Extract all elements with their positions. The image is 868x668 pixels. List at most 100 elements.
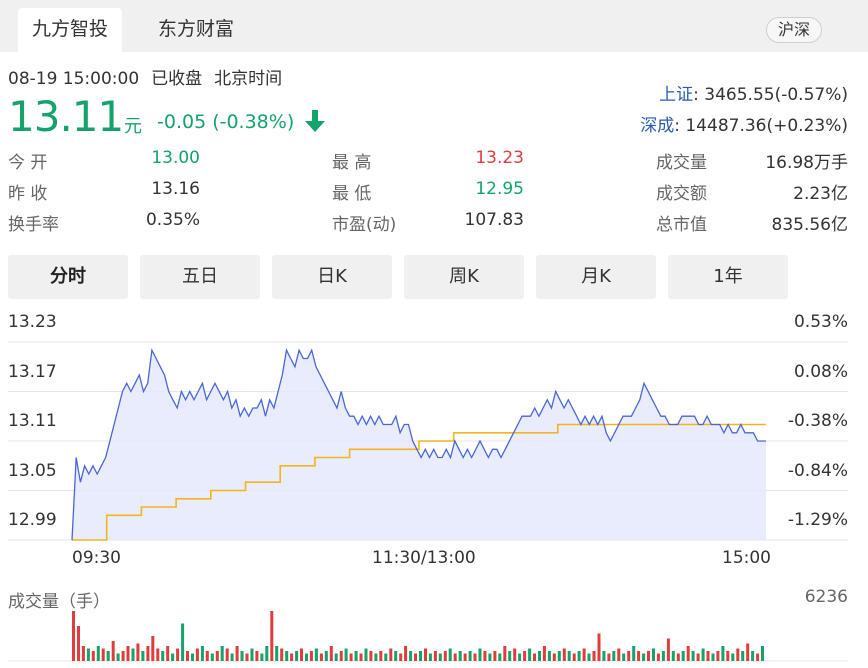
- volume-bar: [443, 651, 447, 661]
- volume-bar: [359, 653, 363, 661]
- volume-bar: [647, 651, 650, 661]
- volume-bar: [577, 651, 581, 661]
- volume-bar: [300, 648, 303, 661]
- volume-bar: [290, 653, 294, 661]
- index-shanghai[interactable]: 上证: 3465.55(-0.57%): [659, 80, 848, 105]
- volume-bar: [642, 653, 646, 661]
- low-value: 12.95: [475, 179, 524, 199]
- index-shenzhen-name: 深成: [640, 116, 675, 136]
- period-tab-monthly-k[interactable]: 月K: [536, 255, 656, 299]
- volume-bar: [96, 646, 100, 661]
- volume-bar: [344, 648, 348, 661]
- volume-bar: [736, 648, 740, 661]
- pe-value: 107.83: [464, 210, 524, 230]
- top-tab-bar: 九方智投 东方财富 沪深: [0, 0, 868, 52]
- volume-bar: [483, 651, 487, 661]
- volume-bar: [493, 651, 497, 661]
- volume-bar: [617, 648, 621, 661]
- volume-bar: [488, 653, 492, 661]
- volume-bar: [354, 651, 358, 661]
- volume-bar: [612, 651, 616, 661]
- volume-bar: [453, 653, 457, 661]
- period-tab-five-day[interactable]: 五日: [140, 255, 260, 299]
- volume-bar: [319, 653, 323, 661]
- volume-bar: [552, 653, 556, 661]
- high-label: 最 高: [332, 153, 372, 173]
- volume-bar: [666, 638, 670, 661]
- volume-bar: [364, 648, 368, 661]
- volume-bar: [329, 646, 333, 661]
- market-cap-label: 总市值: [656, 215, 707, 235]
- market-cap-value: 835.56亿: [771, 215, 848, 235]
- volume-bar: [691, 651, 695, 661]
- volume-bar: [111, 641, 115, 661]
- period-tab-one-year[interactable]: 1年: [668, 255, 788, 299]
- volume-bar: [220, 646, 224, 661]
- volume-bar: [746, 643, 750, 661]
- volume-bar: [567, 651, 571, 661]
- volume-bar: [72, 611, 75, 661]
- volume-bar: [230, 653, 234, 661]
- volume-bar: [622, 653, 626, 661]
- period-tab-daily-k[interactable]: 日K: [272, 255, 392, 299]
- quote-meta: 08-19 15:00:00 已收盘 北京时间: [8, 64, 294, 89]
- quote-datetime: 08-19 15:00:00: [8, 69, 140, 89]
- volume-bar: [205, 651, 209, 661]
- turnover-value: 0.35%: [145, 210, 200, 230]
- volume-bar: [314, 648, 318, 661]
- volume-bar: [661, 651, 665, 661]
- open-label: 今 开: [8, 153, 48, 173]
- index-shenzhen[interactable]: 深成: 14487.36(+0.23%): [640, 111, 848, 136]
- volume-bar: [518, 653, 522, 661]
- volume-bar: [592, 651, 596, 661]
- tab-eastmoney[interactable]: 东方财富: [144, 8, 248, 52]
- market-status: 已收盘: [151, 69, 203, 89]
- volume-bar: [533, 653, 536, 661]
- period-tab-weekly-k[interactable]: 周K: [404, 255, 524, 299]
- period-tab-intraday[interactable]: 分时: [8, 255, 128, 299]
- volume-bar: [106, 651, 110, 661]
- volume-bar: [250, 648, 254, 661]
- volume-bar: [681, 651, 685, 661]
- volume-bar: [711, 653, 715, 661]
- current-price: 13.11: [8, 92, 124, 141]
- x-tick-open: 09:30: [72, 548, 121, 568]
- volume-bar: [756, 653, 760, 661]
- volume-bar: [523, 651, 527, 661]
- tab-jiufang[interactable]: 九方智投: [18, 8, 122, 52]
- volume-bar: [146, 646, 150, 661]
- volume-label: 成交量: [656, 153, 707, 173]
- volume-bar: [81, 646, 85, 661]
- low-label: 最 低: [332, 184, 372, 204]
- market-select-button[interactable]: 沪深: [766, 17, 822, 43]
- volume-bar: [582, 648, 586, 661]
- volume-bar: [270, 611, 274, 661]
- volume-bar: [478, 648, 482, 661]
- volume-value: 16.98万手: [765, 153, 848, 173]
- volume-bar: [696, 653, 700, 661]
- volume-bar: [374, 653, 378, 661]
- volume-bar: [716, 651, 720, 661]
- volume-bar: [136, 643, 140, 661]
- volume-bar: [656, 653, 660, 661]
- volume-bar: [547, 651, 551, 661]
- index-shanghai-value: : 3465.55(-0.57%): [693, 85, 848, 105]
- intraday-chart[interactable]: [0, 300, 868, 545]
- volume-bar: [448, 648, 452, 661]
- volume-bar: [528, 648, 532, 661]
- volume-max-label: 6236: [804, 587, 848, 607]
- volume-chart[interactable]: [0, 605, 868, 665]
- volume-bar: [587, 653, 591, 661]
- volume-bar: [597, 633, 601, 661]
- volume-bar: [438, 653, 442, 661]
- volume-bar: [498, 653, 502, 661]
- volume-bar: [141, 651, 145, 661]
- volume-bar: [761, 646, 764, 661]
- volume-bar: [245, 653, 249, 661]
- volume-bar: [101, 648, 105, 661]
- down-arrow-icon: [305, 110, 325, 132]
- volume-bar: [121, 651, 125, 661]
- volume-bar: [176, 648, 180, 661]
- volume-bar: [166, 646, 170, 661]
- volume-bar: [235, 646, 239, 661]
